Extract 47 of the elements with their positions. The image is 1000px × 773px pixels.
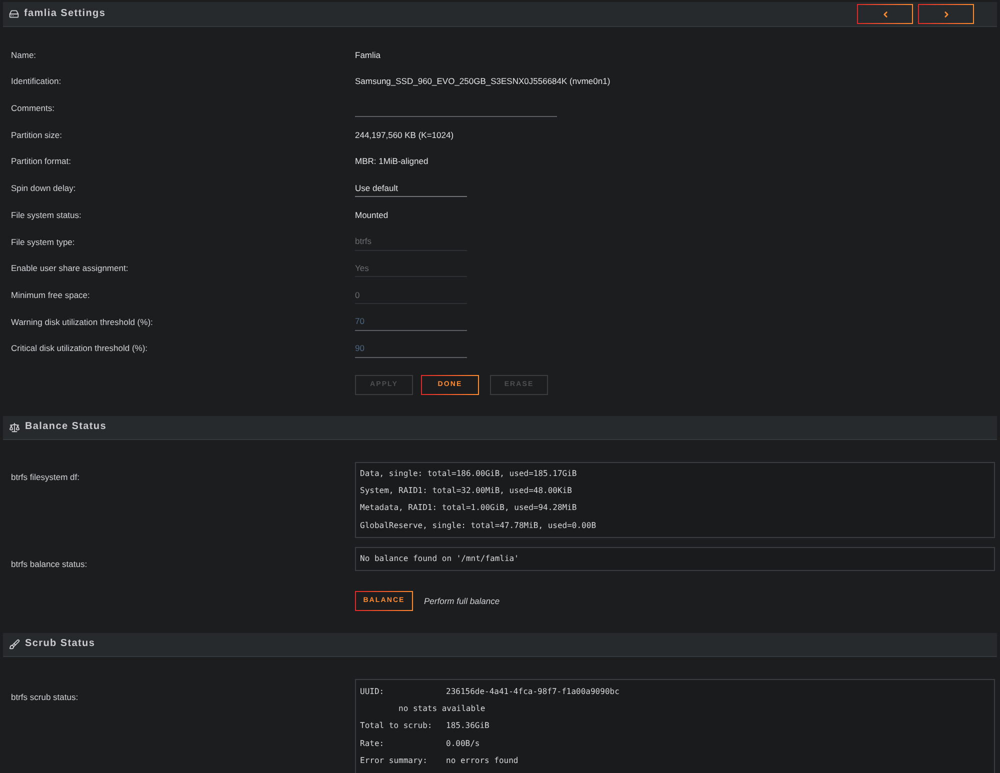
field-value: Famlia <box>355 50 381 60</box>
output-line: Metadata, RAID1: total=1.00GiB, used=94.28MiB <box>360 504 577 512</box>
scale-icon <box>9 422 20 433</box>
field-value: MBR: 1MiB-aligned <box>355 157 428 166</box>
field-label: File system status: <box>11 210 82 220</box>
field-label: Partition format: <box>11 157 71 166</box>
output-label: UUID: <box>360 686 384 696</box>
field-value: 244,197,560 KB (K=1024) <box>355 130 454 140</box>
hard-drive-icon <box>9 9 19 19</box>
number-input-field[interactable]: 90 <box>355 340 467 358</box>
field-label: Enable user share assignment: <box>11 264 128 273</box>
field-label: Partition size: <box>11 130 62 140</box>
field-label: Comments: <box>11 104 54 113</box>
field-value: Samsung_SSD_960_EVO_250GB_S3ESNX0J556684K (nvme0n1) <box>355 77 610 86</box>
chevron-right-icon <box>942 10 950 18</box>
field-label: btrfs filesystem df: <box>11 472 80 482</box>
field-label: File system type: <box>11 238 75 246</box>
section-title: Balance Status <box>25 422 106 432</box>
field-value: Mounted <box>355 210 388 220</box>
section-title: Scrub Status <box>25 639 96 650</box>
next-button[interactable] <box>918 4 974 24</box>
field-label: Name: <box>11 50 36 60</box>
field-label: Minimum free space: <box>11 290 90 300</box>
field-label: Spin down delay: <box>11 184 76 193</box>
output-label: Total to scrub: <box>360 721 432 730</box>
output-value: 0.00B/s <box>446 740 480 748</box>
balance-hint: Perform full balance <box>424 596 500 606</box>
field-label: Critical disk utilization threshold (%): <box>11 344 148 353</box>
brush-icon <box>9 638 20 650</box>
output-line: No balance found on '/mnt/famlia' <box>360 554 519 563</box>
field-label: Identification: <box>11 77 62 86</box>
number-input-field[interactable]: 70 <box>355 312 467 331</box>
output-line: GlobalReserve, single: total=47.78MiB, used=0.00B <box>360 522 596 530</box>
field-label: btrfs scrub status: <box>11 692 78 702</box>
output-value: 185.36GiB <box>446 722 490 730</box>
previous-button[interactable] <box>857 4 913 24</box>
output-line: no stats available <box>398 705 486 714</box>
select-field[interactable]: Use default <box>355 179 467 198</box>
output-line: System, RAID1: total=32.00MiB, used=48.00KiB <box>360 487 572 496</box>
output-value: no errors found <box>446 756 518 765</box>
output-value: 236156de-4a41-4fca-98f7-f1a00a9090bc <box>446 688 620 696</box>
output-line: Data, single: total=186.00GiB, used=185.17GiB <box>360 470 577 478</box>
field-label: btrfs balance status: <box>11 558 88 569</box>
section-title: famlia Settings <box>24 9 106 19</box>
output-label: Error summary: <box>360 756 428 765</box>
output-label: Rate: <box>360 738 384 748</box>
field-label: Warning disk utilization threshold (%): <box>11 318 153 326</box>
